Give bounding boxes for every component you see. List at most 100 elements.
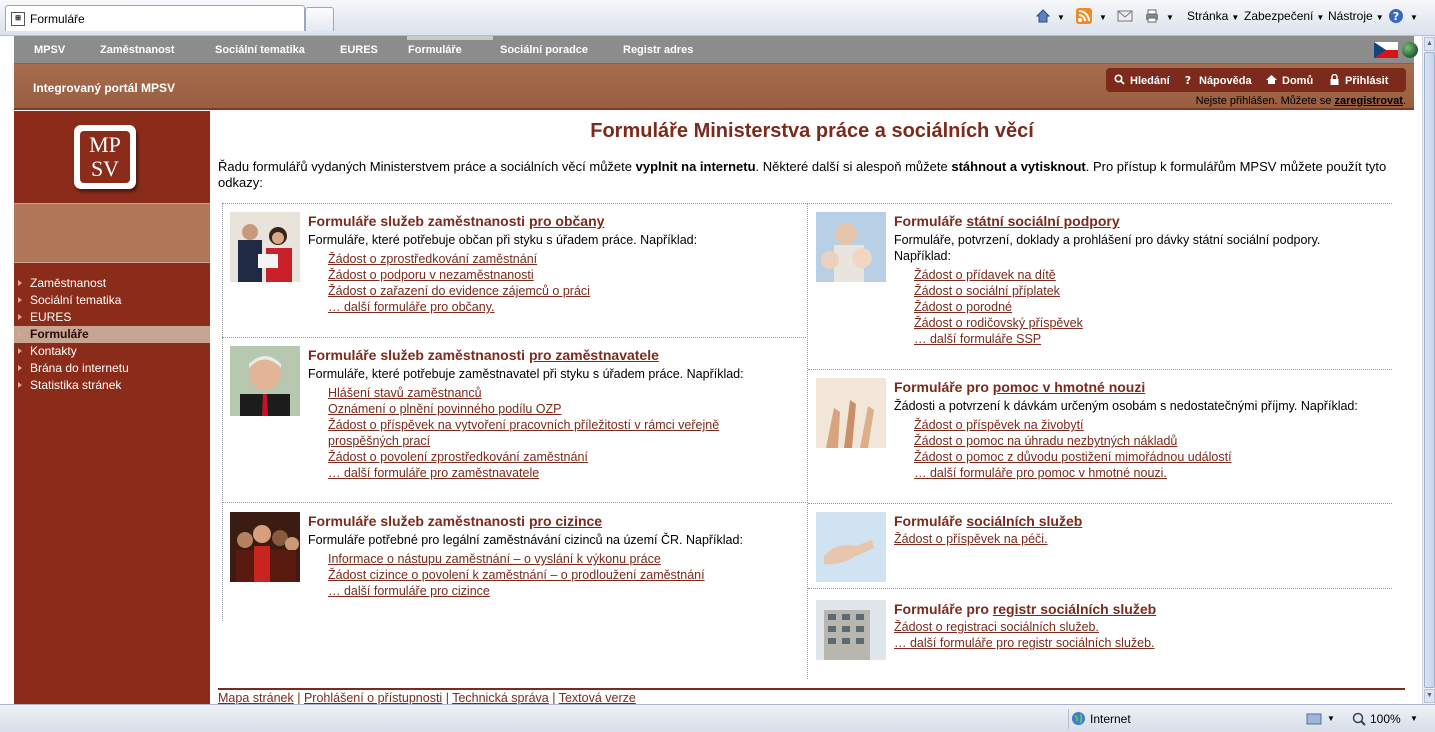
more-forms-link[interactable]: … další formuláře pro cizince bbox=[328, 583, 705, 599]
nav-item-mpsv[interactable]: MPSV bbox=[34, 36, 65, 64]
form-link[interactable]: Oznámení o plnění povinného podílu OZP bbox=[328, 401, 748, 417]
child-hand-photo bbox=[816, 512, 886, 582]
form-link[interactable]: Žádost o povolení zprostředkování zaměst… bbox=[328, 449, 748, 465]
form-link[interactable]: Žádost o přídavek na dítě bbox=[914, 267, 1083, 283]
search-link[interactable]: Hledání bbox=[1114, 74, 1170, 87]
nav-item-socialni-tematika[interactable]: Sociální tematika bbox=[215, 36, 305, 64]
protected-mode-arrow[interactable]: ▼ bbox=[1327, 714, 1335, 723]
nav-item-eures[interactable]: EURES bbox=[340, 36, 378, 64]
sidebar-item-formulare[interactable]: Formuláře bbox=[14, 326, 210, 343]
form-link[interactable]: Žádost o sociální příplatek bbox=[914, 283, 1083, 299]
home-link[interactable]: Domů bbox=[1266, 74, 1313, 87]
more-forms-link[interactable]: … další formuláře SSP bbox=[914, 331, 1083, 347]
form-link[interactable]: Žádost o podporu v nezaměstnanosti bbox=[328, 267, 590, 283]
form-link[interactable]: Informace o nástupu zaměstnání – o vyslá… bbox=[328, 551, 705, 567]
forms-employers-link[interactable]: pro zaměstnavatele bbox=[529, 347, 659, 363]
zoom-dropdown-arrow[interactable]: ▼ bbox=[1410, 714, 1418, 723]
form-link[interactable]: Žádost o pomoc na úhradu nezbytných nákl… bbox=[914, 433, 1232, 449]
rss-dropdown-arrow[interactable]: ▼ bbox=[1096, 9, 1107, 23]
question-icon: ? bbox=[1185, 74, 1191, 85]
form-link[interactable]: Žádost o zařazení do evidence zájemců o … bbox=[328, 283, 590, 299]
grid-divider bbox=[222, 337, 806, 338]
help-icon[interactable]: ? bbox=[1388, 8, 1404, 24]
form-link[interactable]: Žádost o pomoc z důvodu postižení mimořá… bbox=[914, 449, 1232, 465]
accessibility-link[interactable]: Prohlášení o přístupnosti bbox=[304, 691, 442, 705]
sitemap-link[interactable]: Mapa stránek bbox=[218, 691, 294, 705]
text-version-link[interactable]: Textová verze bbox=[559, 691, 636, 705]
page-menu[interactable]: Stránka ▼ bbox=[1187, 9, 1239, 23]
security-zone: Internet bbox=[1068, 709, 1298, 729]
browser-tab[interactable]: ⊞ Formuláře bbox=[5, 5, 305, 31]
forms-social-services-link[interactable]: sociálních služeb bbox=[966, 513, 1082, 529]
sidebar-item-zamestnanost[interactable]: Zaměstnanost bbox=[14, 275, 210, 292]
login-link[interactable]: Přihlásit bbox=[1329, 74, 1388, 87]
home-dropdown-arrow[interactable]: ▼ bbox=[1054, 9, 1065, 23]
logo-text-top: MP bbox=[89, 132, 121, 157]
help-link[interactable]: ? Nápověda bbox=[1183, 74, 1252, 87]
new-tab-button[interactable] bbox=[305, 7, 334, 31]
nav-item-formulare[interactable]: Formuláře bbox=[408, 36, 462, 64]
nav-item-registr-adres[interactable]: Registr adres bbox=[623, 36, 693, 64]
more-forms-link[interactable]: … další formuláře pro registr sociálních… bbox=[894, 635, 1155, 651]
nav-item-zamestnanost[interactable]: Zaměstnanost bbox=[100, 36, 175, 64]
forms-material-need-link[interactable]: pomoc v hmotné nouzi bbox=[993, 379, 1145, 395]
sidebar-menu: Zaměstnanost Sociální tematika EURES For… bbox=[14, 275, 210, 394]
grid-divider bbox=[808, 369, 1392, 370]
forms-social-services-box: Formuláře sociálních služeb Žádost o pří… bbox=[816, 512, 1396, 584]
logo-area: MP SV bbox=[14, 111, 210, 203]
svg-text:?: ? bbox=[1185, 74, 1191, 85]
rss-feed-icon[interactable] bbox=[1076, 8, 1092, 24]
technical-admin-link[interactable]: Technická správa bbox=[452, 691, 549, 705]
zoom-level[interactable]: 100% bbox=[1370, 712, 1401, 726]
form-link[interactable]: Žádost o příspěvek na vytvoření pracovní… bbox=[328, 417, 748, 449]
more-forms-link[interactable]: … další formuláře pro občany. bbox=[328, 299, 590, 315]
mail-icon[interactable] bbox=[1117, 8, 1133, 24]
sidebar-item-statistika-stranek[interactable]: Statistika stránek bbox=[14, 377, 210, 394]
search-icon bbox=[1114, 74, 1125, 85]
form-link[interactable]: Žádost o porodné bbox=[914, 299, 1083, 315]
security-menu[interactable]: Zabezpečení ▼ bbox=[1244, 9, 1324, 23]
czech-flag-icon[interactable] bbox=[1374, 42, 1398, 58]
form-link[interactable]: Žádost cizince o povolení k zaměstnání –… bbox=[328, 567, 705, 583]
more-forms-link[interactable]: … další formuláře pro zaměstnavatele bbox=[328, 465, 748, 481]
more-forms-link[interactable]: … další formuláře pro pomoc v hmotné nou… bbox=[914, 465, 1232, 481]
forms-foreigners-link[interactable]: pro cizince bbox=[529, 513, 602, 529]
home-icon[interactable] bbox=[1035, 8, 1051, 24]
form-link[interactable]: Žádost o registraci sociálních služeb. bbox=[894, 619, 1155, 635]
form-link[interactable]: Žádost o příspěvek na živobytí bbox=[914, 417, 1232, 433]
forms-state-support-link[interactable]: státní sociální podpory bbox=[966, 213, 1119, 229]
print-dropdown-arrow[interactable]: ▼ bbox=[1163, 9, 1174, 23]
nav-item-socialni-poradce[interactable]: Sociální poradce bbox=[500, 36, 588, 64]
sidebar-item-socialni-tematika[interactable]: Sociální tematika bbox=[14, 292, 210, 309]
form-link[interactable]: Žádost o rodičovský příspěvek bbox=[914, 315, 1083, 331]
sidebar-item-eures[interactable]: EURES bbox=[14, 309, 210, 326]
scrollbar-thumb[interactable] bbox=[1424, 52, 1435, 688]
scroll-down-arrow-icon[interactable]: ▼ bbox=[1424, 689, 1435, 703]
form-link[interactable]: Hlášení stavů zaměstnanců bbox=[328, 385, 748, 401]
portal-header: Integrovaný portál MPSV Hledání ? Nápověd… bbox=[14, 64, 1414, 110]
form-link[interactable]: Žádost o zprostředkování zaměstnání bbox=[328, 251, 590, 267]
box-description: Formuláře potřebné pro legální zaměstnáv… bbox=[308, 533, 743, 547]
vertical-scrollbar[interactable]: ▲ ▼ bbox=[1422, 36, 1435, 704]
tools-menu[interactable]: Nástroje ▼ bbox=[1328, 9, 1384, 23]
sidebar-item-kontakty[interactable]: Kontakty bbox=[14, 343, 210, 360]
globe-language-icon[interactable] bbox=[1402, 42, 1418, 58]
sidebar-banner bbox=[14, 203, 210, 263]
protected-mode-icon[interactable] bbox=[1306, 712, 1322, 726]
help-dropdown-arrow[interactable]: ▼ bbox=[1407, 9, 1418, 23]
forms-registry-link[interactable]: registr sociálních služeb bbox=[993, 601, 1156, 617]
print-icon[interactable] bbox=[1144, 8, 1160, 24]
mpsv-logo[interactable]: MP SV bbox=[74, 125, 136, 189]
login-status: Nejste přihlášen. Můžete se zaregistrova… bbox=[1195, 95, 1406, 107]
logo-text-bottom: SV bbox=[90, 156, 120, 181]
sidebar-item-brana-do-internetu[interactable]: Brána do internetu bbox=[14, 360, 210, 377]
grid-divider bbox=[222, 502, 806, 503]
zoom-icon[interactable] bbox=[1352, 712, 1366, 726]
forms-citizens-link[interactable]: pro občany bbox=[529, 213, 604, 229]
forms-foreigners-box: Formuláře služeb zaměstnanosti pro cizin… bbox=[230, 512, 800, 612]
form-link[interactable]: Žádost o příspěvek na péči. bbox=[894, 531, 1048, 547]
scroll-up-arrow-icon[interactable]: ▲ bbox=[1424, 37, 1435, 51]
box-links: Žádost o příspěvek na péči. bbox=[894, 531, 1048, 547]
box-title: Formuláře služeb zaměstnanosti pro cizin… bbox=[308, 513, 603, 529]
register-link[interactable]: zaregistrovat bbox=[1334, 95, 1402, 107]
